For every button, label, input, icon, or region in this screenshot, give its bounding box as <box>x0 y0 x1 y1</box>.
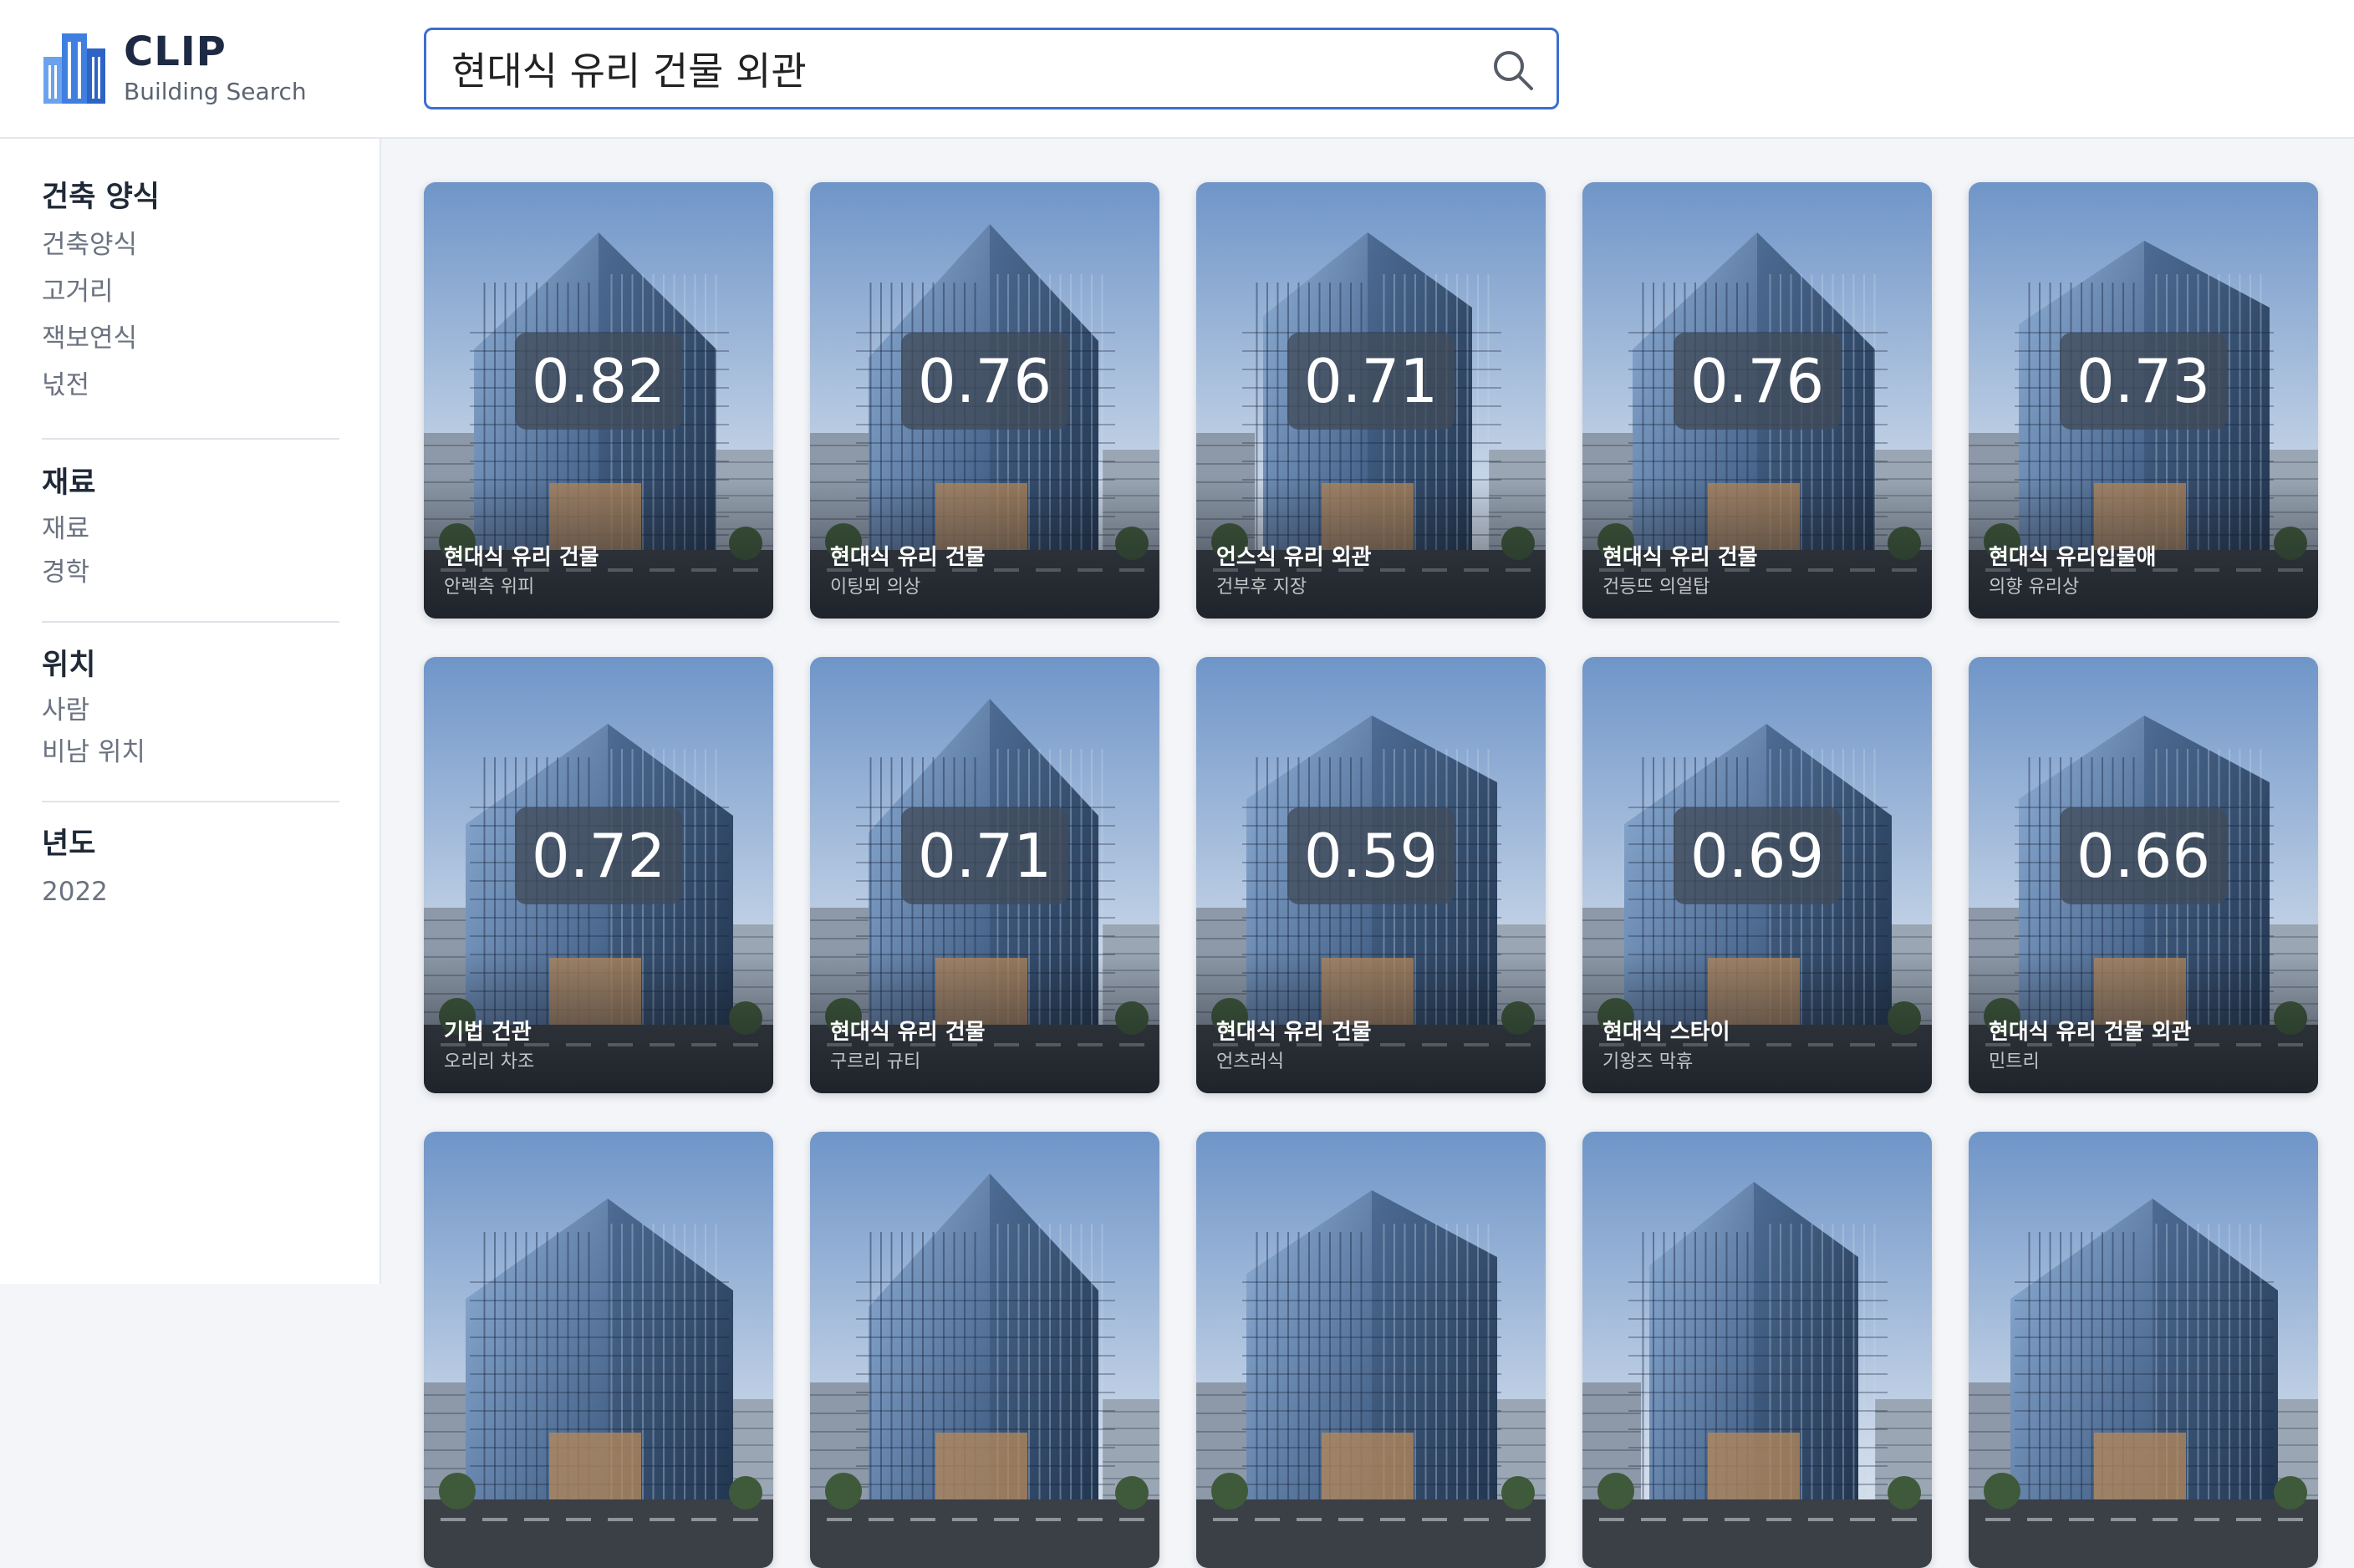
similarity-score-badge: 0.76 <box>901 333 1068 430</box>
facet-option[interactable]: 2022 <box>42 868 339 915</box>
card-subtitle: 안렉측 위피 <box>444 577 535 598</box>
card-subtitle: 민트리 <box>1989 1051 2040 1072</box>
facet-divider <box>42 621 339 623</box>
top-bar: CLIP Building Search <box>0 0 2354 139</box>
result-card-11[interactable] <box>424 1132 773 1568</box>
card-subtitle: 의향 유리상 <box>1989 577 2080 598</box>
facet-architecture-style: 건축 양식 건축양식 고거리 잭보연식 넋전 <box>42 173 339 409</box>
filter-sidebar: 건축 양식 건축양식 고거리 잭보연식 넋전 재료 재료 경학 위치 사람 비남… <box>0 139 381 1284</box>
result-card-6[interactable]: 0.72 기법 건관 오리리 차조 <box>424 657 773 1093</box>
card-subtitle: 구르리 규티 <box>830 1051 921 1072</box>
facet-material: 재료 재료 경학 <box>42 459 339 594</box>
card-subtitle: 기왕즈 막휴 <box>1602 1051 1694 1072</box>
facet-option[interactable]: 넋전 <box>42 362 339 409</box>
building-logo-icon <box>43 33 105 104</box>
app-title: CLIP <box>124 28 227 75</box>
card-subtitle: 건부후 지장 <box>1216 577 1307 598</box>
card-subtitle: 언츠러식 <box>1216 1051 1284 1072</box>
facet-option[interactable]: 비남 위치 <box>42 731 339 773</box>
card-title: 현대식 유리 건물 <box>830 545 986 570</box>
result-card-7[interactable]: 0.71 현대식 유리 건물 구르리 규티 <box>810 657 1159 1093</box>
result-card-13[interactable] <box>1196 1132 1546 1568</box>
card-title: 현대식 유리입물애 <box>1989 545 2157 570</box>
similarity-score-badge: 0.72 <box>515 807 682 904</box>
building-photo <box>424 1132 773 1568</box>
facet-title: 건축 양식 <box>42 181 160 214</box>
facet-location: 위치 사람 비남 위치 <box>42 641 339 773</box>
result-card-12[interactable] <box>810 1132 1159 1568</box>
app-subtitle: Building Search <box>124 78 307 105</box>
card-title: 현대식 유리 건물 <box>1602 545 1758 570</box>
building-photo <box>1196 1132 1546 1568</box>
facet-title: 위치 <box>42 649 96 682</box>
card-title: 현대식 유리 건물 외관 <box>1989 1020 2192 1045</box>
search-bar[interactable] <box>424 28 1559 109</box>
facet-option[interactable]: 고거리 <box>42 268 339 315</box>
facet-option[interactable]: 잭보연식 <box>42 315 339 362</box>
facet-option[interactable]: 경학 <box>42 551 339 594</box>
result-card-4[interactable]: 0.76 현대식 유리 건물 건등뜨 의얼탑 <box>1582 182 1932 619</box>
card-title: 현대식 스타이 <box>1602 1020 1730 1045</box>
facet-divider <box>42 801 339 802</box>
card-subtitle: 이팅뫼 의상 <box>830 577 921 598</box>
result-card-9[interactable]: 0.69 현대식 스타이 기왕즈 막휴 <box>1582 657 1932 1093</box>
search-icon[interactable] <box>1491 48 1535 92</box>
facet-option[interactable]: 재료 <box>42 507 339 551</box>
result-card-1[interactable]: 0.82 현대식 유리 건물 안렉측 위피 <box>424 182 773 619</box>
similarity-score-badge: 0.66 <box>2060 807 2227 904</box>
similarity-score-badge: 0.69 <box>1674 807 1841 904</box>
facet-title: 재료 <box>42 466 96 500</box>
result-card-8[interactable]: 0.59 현대식 유리 건물 언츠러식 <box>1196 657 1546 1093</box>
card-title: 기법 건관 <box>444 1020 532 1045</box>
card-subtitle: 건등뜨 의얼탑 <box>1602 577 1710 598</box>
facet-title: 년도 <box>42 827 96 861</box>
result-card-15[interactable] <box>1969 1132 2318 1568</box>
similarity-score-badge: 0.59 <box>1287 807 1455 904</box>
result-card-5[interactable]: 0.73 현대식 유리입물애 의향 유리상 <box>1969 182 2318 619</box>
card-title: 현대식 유리 건물 <box>1216 1020 1372 1045</box>
similarity-score-badge: 0.76 <box>1674 333 1841 430</box>
similarity-score-badge: 0.71 <box>1287 333 1455 430</box>
search-input[interactable] <box>451 42 1438 95</box>
card-title: 현대식 유리 건물 <box>830 1020 986 1045</box>
result-card-2[interactable]: 0.76 현대식 유리 건물 이팅뫼 의상 <box>810 182 1159 619</box>
card-subtitle: 오리리 차조 <box>444 1051 535 1072</box>
facet-year: 년도 2022 <box>42 820 339 915</box>
building-photo <box>1582 1132 1932 1568</box>
similarity-score-badge: 0.71 <box>901 807 1068 904</box>
building-photo <box>1969 1132 2318 1568</box>
similarity-score-badge: 0.82 <box>515 333 682 430</box>
card-title: 언스식 유리 외관 <box>1216 545 1372 570</box>
facet-option[interactable]: 건축양식 <box>42 221 339 268</box>
card-title: 현대식 유리 건물 <box>444 545 599 570</box>
facet-option[interactable]: 사람 <box>42 690 339 731</box>
result-card-10[interactable]: 0.66 현대식 유리 건물 외관 민트리 <box>1969 657 2318 1093</box>
result-card-3[interactable]: 0.71 언스식 유리 외관 건부후 지장 <box>1196 182 1546 619</box>
similarity-score-badge: 0.73 <box>2060 333 2227 430</box>
facet-divider <box>42 438 339 440</box>
result-card-14[interactable] <box>1582 1132 1932 1568</box>
building-photo <box>810 1132 1159 1568</box>
